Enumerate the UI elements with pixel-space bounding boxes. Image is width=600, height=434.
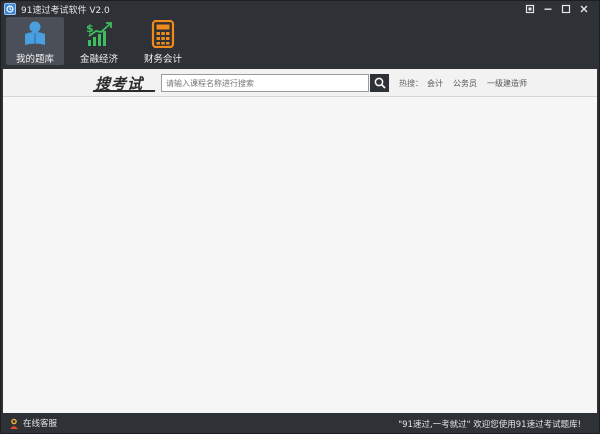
welcome-message: "91速过,一考就过" 欢迎您使用91速过考试题库! xyxy=(398,420,581,430)
customer-service-icon[interactable] xyxy=(9,418,19,429)
tool-label: 金融经济 xyxy=(79,54,118,65)
tool-financial-accounting[interactable]: 财务会计 xyxy=(134,17,192,65)
brand-underline xyxy=(92,90,156,92)
tool-label: 财务会计 xyxy=(143,54,182,65)
close-icon[interactable] xyxy=(575,2,593,16)
main-content: 搜考试 热搜： 会计 公务员 一级建造师 xyxy=(3,69,597,413)
hot-searches: 热搜： 会计 公务员 一级建造师 xyxy=(399,78,537,89)
tool-label: 我的题库 xyxy=(15,54,54,65)
tool-my-question-bank[interactable]: 我的题库 xyxy=(6,17,64,65)
customer-service-link[interactable]: 在线客服 xyxy=(23,417,57,429)
app-window: 91速过考试软件 V2.0 我的题库 $ 金融经济 财务会计 搜考试 请输入课程… xyxy=(0,0,600,434)
title-bar[interactable]: 91速过考试软件 V2.0 xyxy=(1,1,599,17)
hot-link-civil-servant[interactable]: 公务员 xyxy=(453,78,477,89)
app-logo-icon xyxy=(4,3,16,15)
hot-search-label: 热搜： xyxy=(399,79,423,88)
user-book-icon xyxy=(20,20,50,48)
tool-finance-economics[interactable]: $ 金融经济 xyxy=(70,17,128,65)
search-button[interactable] xyxy=(370,74,389,92)
search-icon xyxy=(374,77,386,89)
minimize-icon[interactable] xyxy=(539,2,557,16)
window-title: 91速过考试软件 V2.0 xyxy=(21,5,110,16)
search-input[interactable] xyxy=(161,74,369,92)
calculator-icon xyxy=(148,20,178,48)
window-controls xyxy=(521,2,593,16)
restore-icon[interactable] xyxy=(521,2,539,16)
main-toolbar: 我的题库 $ 金融经济 财务会计 xyxy=(1,17,599,67)
status-bar: 在线客服 "91速过,一考就过" 欢迎您使用91速过考试题库! xyxy=(1,413,599,433)
maximize-icon[interactable] xyxy=(557,2,575,16)
hot-link-accounting[interactable]: 会计 xyxy=(427,78,443,89)
hot-link-constructor[interactable]: 一级建造师 xyxy=(487,78,527,89)
search-bar: 搜考试 热搜： 会计 公务员 一级建造师 xyxy=(3,69,597,97)
finance-chart-icon: $ xyxy=(84,20,114,48)
